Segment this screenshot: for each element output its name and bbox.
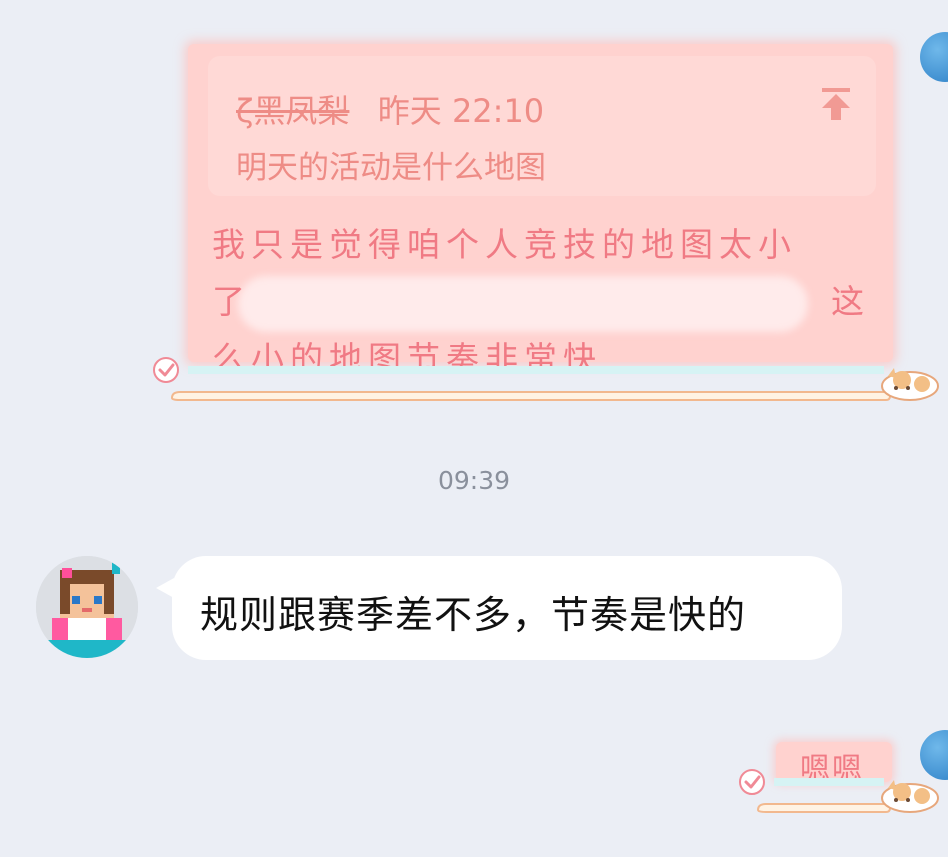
cat-decoration (756, 778, 939, 813)
message-bubble-outgoing[interactable]: ζ黑凤梨 昨天 22:10 明天的活动是什么地图 我只是觉得咱个人竞技的地图太小… (188, 44, 893, 378)
message-line-2-start: 了 (212, 282, 251, 321)
quote-author: ζ黑凤梨 (236, 92, 350, 130)
pixel-character-avatar (36, 556, 138, 658)
quote-time: 昨天 22:10 (377, 92, 545, 130)
quoted-message[interactable]: ζ黑凤梨 昨天 22:10 明天的活动是什么地图 (208, 56, 876, 196)
message-bubble-incoming[interactable]: 规则跟赛季差不多，节奏是快的 (156, 556, 842, 660)
quote-meta: ζ黑凤梨 昨天 22:10 (236, 86, 544, 132)
message-line-2-end: 这 (831, 282, 870, 321)
self-avatar[interactable] (920, 730, 948, 780)
timestamp: 09:39 (437, 466, 511, 495)
self-avatar[interactable] (920, 32, 948, 82)
message-text: 规则跟赛季差不多，节奏是快的 (200, 593, 747, 637)
message-line-1: 我只是觉得咱个人竞技的地图太小 (212, 225, 797, 264)
jump-to-quote-icon[interactable] (820, 86, 852, 122)
cat-decoration (170, 366, 939, 401)
contact-avatar[interactable] (36, 556, 138, 658)
quote-text: 明天的活动是什么地图 (236, 150, 546, 186)
